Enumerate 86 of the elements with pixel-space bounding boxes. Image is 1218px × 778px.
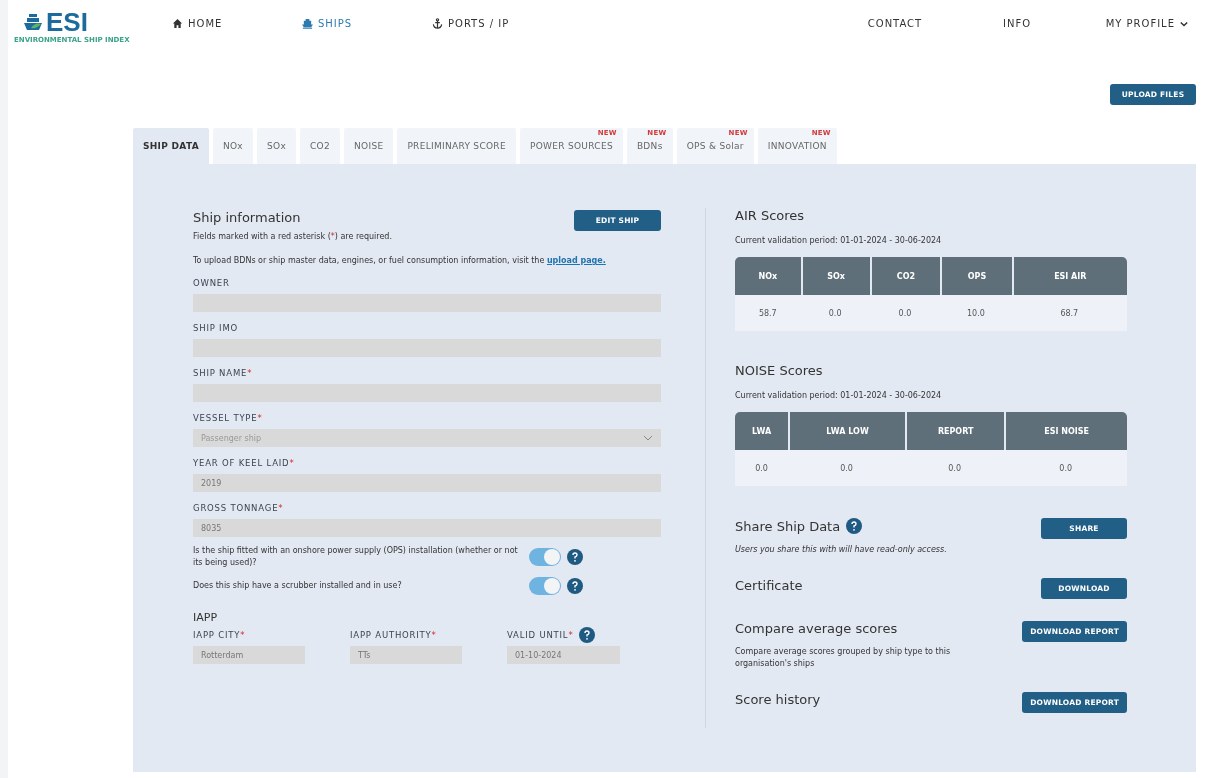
section-title: Ship information (193, 210, 301, 225)
logo-wordmark: ESI (46, 10, 88, 34)
field-label: IAPP AUTHORITY* (350, 630, 437, 642)
section-title: Compare average scores (735, 621, 898, 636)
tab-label: OPS & Solar (686, 141, 744, 151)
validation-period: Current validation period: 01-01-2024 - 30-06-2024 (735, 235, 943, 247)
nav-link[interactable]: HOME (172, 18, 302, 29)
column-header: CO2 (869, 257, 941, 295)
section-title: Score history (735, 692, 821, 707)
table-cell: 0.0 (800, 295, 870, 331)
nav-link[interactable]: PORTS / IP (432, 18, 562, 29)
table-cell: 0.0 (1004, 450, 1127, 486)
input-field[interactable]: 8035 (193, 519, 661, 537)
nav-link[interactable]: SHIPS (302, 18, 432, 29)
section-note: Users you share this with will have read-only access. (735, 544, 948, 556)
table-cell: 0.0 (869, 295, 941, 331)
section-title: AIR Scores (735, 208, 806, 223)
column-header: REPORT (904, 412, 1005, 450)
tab-label: CO2 (310, 141, 330, 151)
column-header: LWA LOW (788, 412, 905, 450)
tab[interactable]: PRELIMINARY SCORE (397, 128, 516, 164)
ship-icon (302, 18, 313, 29)
section-title: Certificate (735, 578, 803, 593)
field-label: YEAR OF KEEL LAID* (193, 458, 295, 470)
toggle-switch[interactable] (529, 577, 561, 595)
table-cell: 10.0 (940, 295, 1012, 331)
ship-logo-icon (22, 12, 44, 32)
table-cell: 68.7 (1011, 295, 1127, 331)
field-label: GROSS TONNAGE* (193, 503, 284, 515)
help-icon[interactable] (579, 627, 596, 643)
toggle-question: Does this ship have a scrubber installed and in use? (193, 580, 403, 592)
field-label: VALID UNTIL* (507, 630, 574, 642)
column-header: NOx (735, 257, 801, 295)
table-cell: 0.0 (904, 450, 1005, 486)
input-field[interactable] (193, 384, 661, 402)
column-header: ESI AIR (1011, 257, 1127, 295)
section-title: Share Ship Data (735, 518, 841, 534)
table-cell: 0.0 (735, 450, 789, 486)
tab[interactable]: NOISE (344, 128, 394, 164)
upload-page-link[interactable]: upload page. (546, 256, 606, 265)
tab-label: BDNs (636, 141, 663, 151)
tab-label: NOx (222, 141, 243, 151)
input-field[interactable]: TTs (350, 646, 462, 664)
field-label: IAPP CITY* (193, 630, 246, 642)
toggle-switch[interactable] (529, 548, 561, 566)
tab[interactable]: CO2 (300, 128, 340, 164)
tab-label: PRELIMINARY SCORE (407, 141, 506, 151)
help-icon[interactable] (846, 518, 863, 534)
input-field[interactable]: 2019 (193, 474, 661, 492)
column-header: SOx (800, 257, 870, 295)
table-cell: 0.0 (788, 450, 905, 486)
tab-label: POWER SOURCES (529, 141, 613, 151)
column-header: ESI NOISE (1004, 412, 1127, 450)
tab-label: NOISE (354, 141, 384, 151)
nav-link[interactable]: INFO (956, 18, 1078, 29)
nav-link[interactable]: MY PROFILE (1078, 18, 1188, 29)
anchor-icon (432, 18, 443, 29)
toggle-question: Is the ship fitted with an onshore power supply (OPS) installation (whether or not its being used)? (193, 545, 519, 569)
input-field[interactable] (193, 294, 661, 312)
tab[interactable]: NOx (212, 128, 253, 164)
tab-label: INNOVATION (767, 141, 827, 151)
field-label: SHIP IMO (193, 323, 239, 335)
field-label: VESSEL TYPE* (193, 413, 263, 425)
column-header: LWA (735, 412, 789, 450)
input-field[interactable] (193, 339, 661, 357)
chevron-down-icon (643, 435, 653, 441)
input-field[interactable]: Rotterdam (193, 646, 305, 664)
tab-label: SHIP DATA (143, 141, 199, 151)
table-cell: 58.7 (735, 295, 801, 331)
tab[interactable]: SOx (257, 128, 296, 164)
help-icon[interactable] (567, 578, 583, 594)
nav-link[interactable]: CONTACT (834, 18, 956, 29)
iapp-heading: IAPP (193, 611, 219, 624)
input-field[interactable]: 01-10-2024 (507, 646, 620, 664)
required-note: Fields marked with a red asterisk (*) are required. (193, 231, 393, 243)
home-icon (172, 18, 183, 29)
help-icon[interactable] (567, 549, 583, 565)
upload-note: To upload BDNs or ship master data, engines, or fuel consumption information, visit the (193, 256, 545, 265)
section-note: Compare average scores grouped by ship type to this organisation's ships (735, 646, 952, 670)
field-label: SHIP NAME* (193, 368, 253, 380)
column-header: OPS (940, 257, 1012, 295)
field-label: OWNER (193, 278, 230, 290)
validation-period: Current validation period: 01-01-2024 - 30-06-2024 (735, 390, 943, 402)
tab[interactable]: SHIP DATA (133, 128, 209, 164)
tab-label: SOx (267, 141, 286, 151)
section-title: NOISE Scores (735, 363, 824, 378)
